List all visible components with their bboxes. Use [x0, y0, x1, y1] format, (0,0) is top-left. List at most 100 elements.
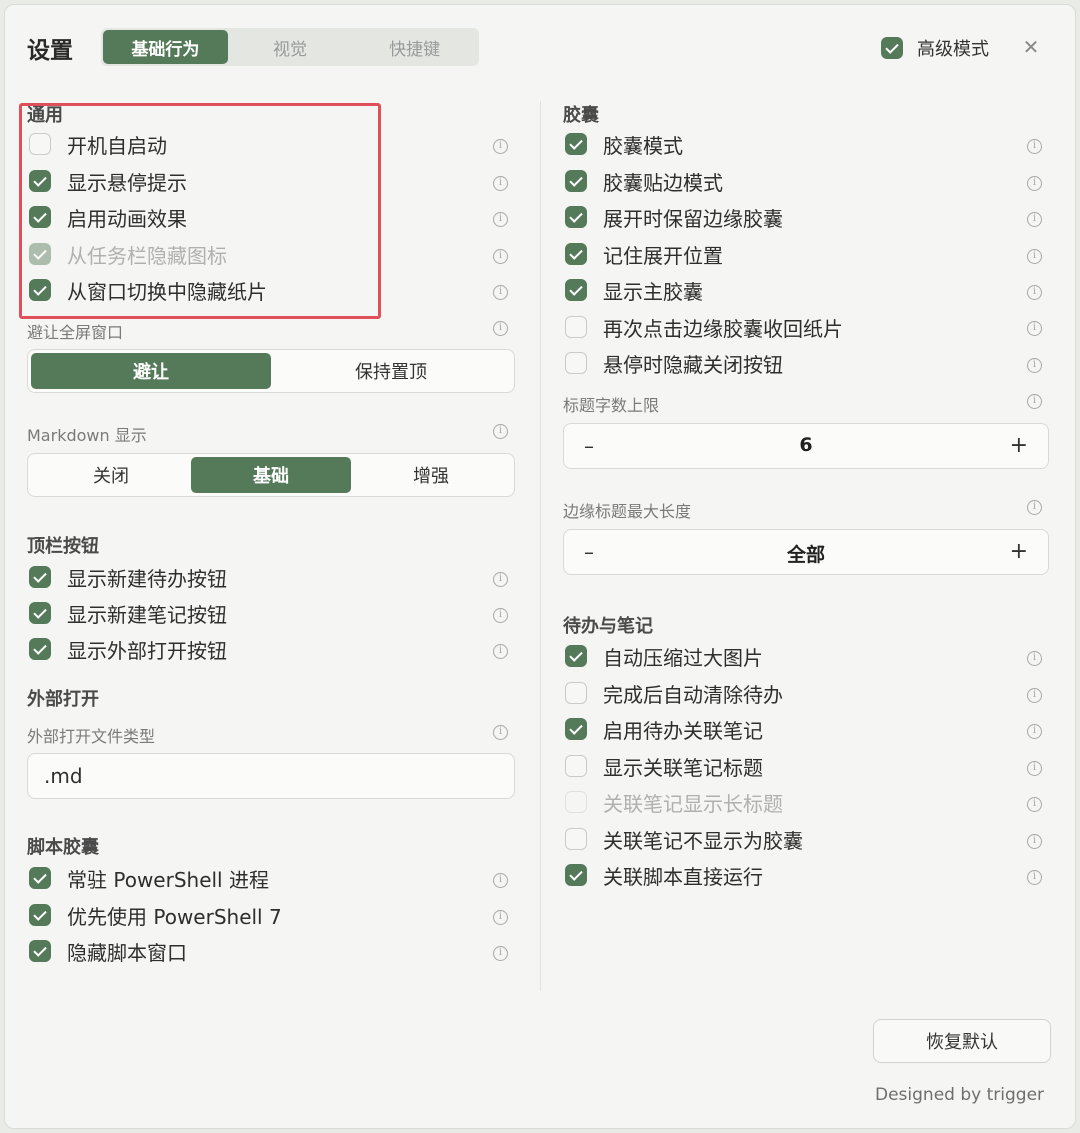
- option-basic[interactable]: 基础: [191, 457, 351, 493]
- setting-label: 再次点击边缘胶囊收回纸片: [603, 316, 843, 341]
- info-icon[interactable]: i: [1027, 797, 1042, 812]
- info-icon[interactable]: i: [1027, 651, 1042, 666]
- avoid-fullscreen-segmented: 避让 保持置顶: [27, 349, 515, 393]
- checkbox[interactable]: [565, 828, 587, 850]
- info-icon[interactable]: i: [1027, 358, 1042, 373]
- info-icon[interactable]: i: [1027, 761, 1042, 776]
- setting-row[interactable]: 自动压缩过大图片: [565, 641, 763, 671]
- checkbox[interactable]: [29, 566, 51, 588]
- checkbox[interactable]: [565, 279, 587, 301]
- checkbox[interactable]: [565, 206, 587, 228]
- setting-label: 悬停时隐藏关闭按钮: [603, 352, 783, 377]
- info-icon[interactable]: i: [1027, 870, 1042, 885]
- checkbox[interactable]: [565, 170, 587, 192]
- info-icon[interactable]: i: [493, 572, 508, 587]
- checkbox[interactable]: [565, 645, 587, 667]
- setting-label: 优先使用 PowerShell 7: [67, 904, 282, 929]
- info-icon[interactable]: i: [493, 725, 508, 740]
- info-icon[interactable]: i: [493, 873, 508, 888]
- checkbox[interactable]: [565, 133, 587, 155]
- checkbox[interactable]: [29, 638, 51, 660]
- setting-row[interactable]: 启用待办关联笔记: [565, 714, 763, 744]
- option-off[interactable]: 关闭: [31, 457, 191, 493]
- info-icon[interactable]: i: [1027, 500, 1042, 515]
- advanced-mode-label: 高级模式: [917, 39, 989, 60]
- setting-row[interactable]: 显示外部打开按钮: [29, 634, 227, 664]
- setting-row[interactable]: 完成后自动清除待办: [565, 678, 783, 708]
- tab-shortcuts[interactable]: 快捷键: [352, 30, 477, 64]
- setting-row[interactable]: 常驻 PowerShell 进程: [29, 863, 269, 893]
- advanced-mode-checkbox[interactable]: [881, 37, 903, 59]
- setting-row[interactable]: 胶囊贴边模式: [565, 166, 723, 196]
- setting-row[interactable]: 隐藏脚本窗口: [29, 936, 187, 966]
- edge-title-length-label: 边缘标题最大长度: [563, 502, 692, 521]
- markdown-segmented: 关闭 基础 增强: [27, 453, 515, 497]
- info-icon[interactable]: i: [493, 608, 508, 623]
- stepper-value: 全部: [786, 544, 825, 566]
- restore-defaults-button[interactable]: 恢复默认: [873, 1019, 1051, 1063]
- checkbox: [565, 791, 587, 813]
- checkbox[interactable]: [29, 940, 51, 962]
- info-icon[interactable]: i: [493, 176, 508, 191]
- info-icon[interactable]: i: [1027, 249, 1042, 264]
- setting-row[interactable]: 显示新建笔记按钮: [29, 598, 227, 628]
- checkbox[interactable]: [29, 602, 51, 624]
- info-icon[interactable]: i: [493, 910, 508, 925]
- setting-label: 显示外部打开按钮: [67, 638, 227, 663]
- advanced-mode-toggle[interactable]: 高级模式: [881, 35, 989, 61]
- checkbox[interactable]: [29, 904, 51, 926]
- setting-row[interactable]: 记住展开位置: [565, 239, 723, 269]
- setting-label: 显示关联笔记标题: [603, 755, 763, 780]
- checkbox[interactable]: [565, 682, 587, 704]
- checkbox[interactable]: [565, 755, 587, 777]
- designed-by-credit: Designed by trigger: [875, 1085, 1045, 1105]
- tab-visual[interactable]: 视觉: [228, 30, 353, 64]
- info-icon[interactable]: i: [1027, 139, 1042, 154]
- setting-label: 胶囊模式: [603, 133, 683, 158]
- info-icon[interactable]: i: [493, 644, 508, 659]
- stepper-value: 6: [799, 434, 813, 456]
- info-icon[interactable]: i: [1027, 724, 1042, 739]
- setting-row[interactable]: 显示主胶囊: [565, 275, 703, 305]
- checkbox[interactable]: [565, 243, 587, 265]
- info-icon[interactable]: i: [493, 212, 508, 227]
- info-icon[interactable]: i: [493, 946, 508, 961]
- setting-row[interactable]: 优先使用 PowerShell 7: [29, 900, 282, 930]
- increment-button[interactable]: +: [1010, 539, 1028, 564]
- info-icon[interactable]: i: [1027, 212, 1042, 227]
- setting-row[interactable]: 胶囊模式: [565, 129, 683, 159]
- checkbox[interactable]: [565, 718, 587, 740]
- info-icon[interactable]: i: [1027, 688, 1042, 703]
- setting-row[interactable]: 展开时保留边缘胶囊: [565, 202, 783, 232]
- external-file-type-input[interactable]: .md: [27, 753, 515, 799]
- option-stay-on-top[interactable]: 保持置顶: [271, 353, 511, 389]
- checkbox[interactable]: [29, 867, 51, 889]
- info-icon[interactable]: i: [493, 285, 508, 300]
- setting-row[interactable]: 悬停时隐藏关闭按钮: [565, 348, 783, 378]
- info-icon[interactable]: i: [493, 321, 508, 336]
- increment-button[interactable]: +: [1010, 433, 1028, 458]
- checkbox[interactable]: [565, 864, 587, 886]
- setting-row[interactable]: 关联脚本直接运行: [565, 860, 763, 890]
- info-icon[interactable]: i: [1027, 176, 1042, 191]
- option-enhanced[interactable]: 增强: [351, 457, 511, 493]
- tab-basic-behavior[interactable]: 基础行为: [103, 30, 228, 64]
- info-icon[interactable]: i: [493, 139, 508, 154]
- setting-row[interactable]: 再次点击边缘胶囊收回纸片: [565, 312, 843, 342]
- setting-row[interactable]: 显示新建待办按钮: [29, 562, 227, 592]
- setting-row[interactable]: 显示关联笔记标题: [565, 751, 763, 781]
- option-avoid[interactable]: 避让: [31, 353, 271, 389]
- info-icon[interactable]: i: [1027, 285, 1042, 300]
- page-title: 设置: [27, 38, 73, 64]
- section-title-external-open: 外部打开: [27, 689, 99, 710]
- checkbox[interactable]: [565, 316, 587, 338]
- avoid-fullscreen-label: 避让全屏窗口: [27, 323, 124, 342]
- info-icon[interactable]: i: [1027, 394, 1042, 409]
- info-icon[interactable]: i: [493, 249, 508, 264]
- info-icon[interactable]: i: [493, 424, 508, 439]
- checkbox[interactable]: [565, 352, 587, 374]
- close-icon[interactable]: ✕: [1019, 35, 1043, 59]
- setting-row[interactable]: 关联笔记不显示为胶囊: [565, 824, 803, 854]
- info-icon[interactable]: i: [1027, 321, 1042, 336]
- info-icon[interactable]: i: [1027, 834, 1042, 849]
